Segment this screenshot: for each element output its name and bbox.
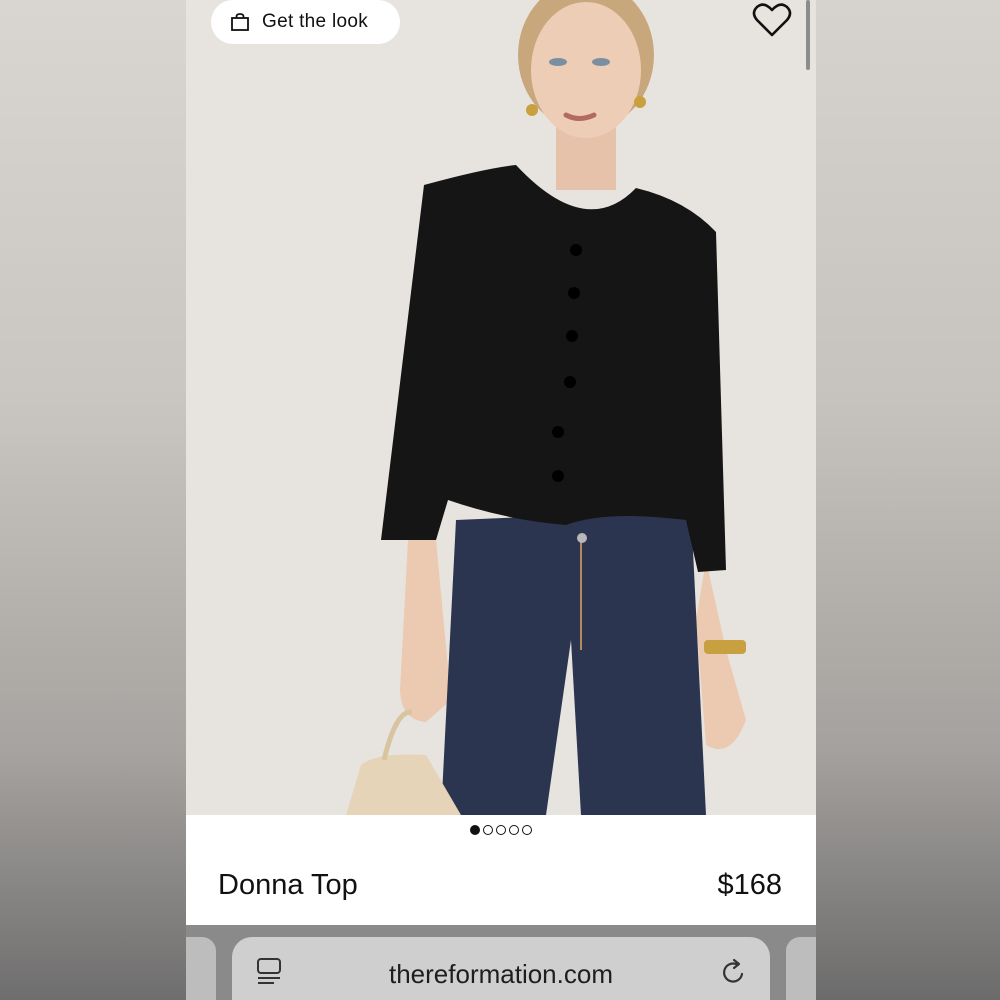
gallery-dot-5[interactable]: [522, 825, 532, 835]
address-bar[interactable]: thereformation.com: [232, 937, 770, 1000]
scrollbar[interactable]: [806, 0, 810, 70]
product-image[interactable]: Get the look: [186, 0, 816, 815]
background-left: [0, 0, 186, 1000]
url-text: thereformation.com: [389, 959, 613, 989]
favorite-button[interactable]: [752, 2, 792, 38]
next-tab[interactable]: [786, 937, 816, 1000]
gallery-dot-3[interactable]: [496, 825, 506, 835]
product-price: $168: [717, 869, 782, 901]
gallery-pagination: [186, 825, 816, 835]
gallery-dot-2[interactable]: [483, 825, 493, 835]
gallery-dot-4[interactable]: [509, 825, 519, 835]
product-info: Donna Top $168: [186, 815, 816, 925]
product-name: Donna Top: [218, 869, 358, 901]
reload-icon[interactable]: [720, 957, 748, 992]
phone-screen: Get the look Donna Top $168 thereformati…: [186, 0, 816, 1000]
get-the-look-button[interactable]: Get the look: [211, 0, 400, 44]
heart-icon: [752, 2, 792, 38]
get-the-look-label: Get the look: [262, 11, 369, 32]
previous-tab[interactable]: [186, 937, 216, 1000]
background-right: [816, 0, 1000, 1000]
gallery-dot-1[interactable]: [470, 825, 480, 835]
browser-toolbar: thereformation.com: [186, 925, 816, 1000]
shopping-bag-icon: [230, 12, 250, 32]
